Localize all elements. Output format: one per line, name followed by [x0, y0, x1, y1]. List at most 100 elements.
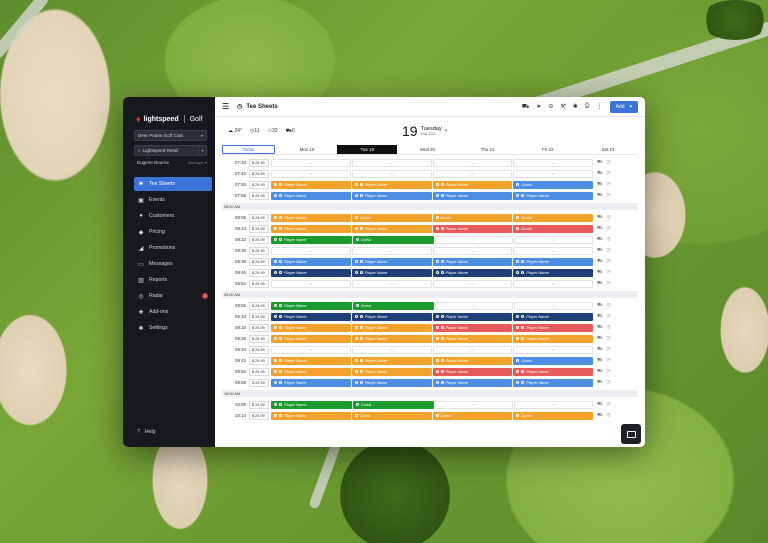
cart-icon[interactable]: ⛟ [597, 258, 603, 265]
date-picker[interactable]: 19 Tuesday May 2020 ▾ [402, 123, 447, 139]
booked-slot[interactable]: Player Name [351, 180, 432, 189]
price-field[interactable]: $ 24.99 [249, 301, 269, 310]
cart-icon[interactable]: ⛟ [597, 324, 603, 331]
empty-slot[interactable]: ○ [432, 246, 513, 255]
cart-icon[interactable]: ⛟ [597, 225, 603, 232]
chevron-down-icon[interactable]: ▾ [199, 145, 207, 156]
booked-slot[interactable]: Player Name [351, 257, 432, 266]
empty-slot[interactable]: ○ [513, 158, 593, 167]
booked-slot[interactable]: Player Name [271, 411, 351, 420]
empty-slot[interactable]: ○ [351, 158, 432, 167]
booked-slot[interactable]: Player Name [351, 312, 432, 321]
menu-icon[interactable]: ☰ [222, 102, 229, 111]
chat-button[interactable] [621, 424, 641, 444]
price-field[interactable]: $ 24.99 [249, 312, 269, 321]
club-select[interactable]: Deer Prairie Golf Club ▾ [134, 130, 207, 141]
timer-icon[interactable]: ◷ [607, 335, 611, 342]
user-menu[interactable]: Eugene Bourne Manager ▾ [137, 160, 207, 165]
booked-slot[interactable]: Player Name [432, 367, 513, 376]
empty-slot[interactable]: ○ [271, 246, 351, 255]
day-tab[interactable]: Sat 23 [578, 145, 638, 154]
booked-slot[interactable]: Player Name [271, 356, 351, 365]
booked-slot[interactable]: Player Name [351, 356, 432, 365]
booked-slot[interactable]: Player Name [271, 323, 351, 332]
booked-slot[interactable]: Guest [352, 301, 434, 310]
booked-slot[interactable]: Player Name [351, 268, 432, 277]
empty-slot[interactable]: ○ [514, 235, 593, 244]
cart-icon[interactable]: ⛟ [597, 313, 603, 320]
booked-slot[interactable]: Guest [432, 213, 513, 222]
cart-icon[interactable]: ⛟ [597, 368, 603, 375]
price-field[interactable]: $ 24.99 [249, 378, 269, 387]
sidebar-item-add-ons[interactable]: ✚ Add-ons [134, 305, 212, 319]
day-tab[interactable]: Thu 21 [458, 145, 518, 154]
timer-icon[interactable]: ◷ [607, 247, 611, 254]
cart-icon[interactable]: ⛟ [597, 346, 603, 353]
price-field[interactable]: $ 24.99 [249, 279, 269, 288]
booked-slot[interactable]: Player Name [513, 257, 593, 266]
cart-icon[interactable]: ⛟ [597, 192, 603, 199]
booked-slot[interactable]: Player Name [271, 334, 351, 343]
booked-slot[interactable]: Player Name [432, 378, 513, 387]
day-tab[interactable]: Fri 22 [518, 145, 578, 154]
empty-slot[interactable]: ○ [513, 279, 593, 288]
booked-slot[interactable]: Player Name [513, 367, 593, 376]
booked-slot[interactable]: Player Name [351, 323, 432, 332]
timer-icon[interactable]: ◷ [607, 313, 611, 320]
booked-slot[interactable]: Player Name [513, 323, 593, 332]
today-button[interactable]: Today [222, 145, 275, 154]
timer-icon[interactable]: ◷ [607, 324, 611, 331]
cart-icon[interactable]: ⛟ [597, 181, 603, 188]
day-tab[interactable]: Tue 19 [337, 145, 398, 154]
empty-slot[interactable]: ○ [513, 345, 593, 354]
block-icon[interactable]: ⊖ [548, 103, 553, 110]
cart-icon[interactable]: ⛟ [597, 280, 603, 287]
cart-icon[interactable]: ⛟ [597, 170, 603, 177]
timer-icon[interactable]: ◷ [607, 368, 611, 375]
booked-slot[interactable]: Player Name [271, 257, 351, 266]
sidebar-item-events[interactable]: ▣ Events [134, 193, 212, 207]
more-icon[interactable]: ⋮ [597, 103, 603, 110]
help-link[interactable]: ? Help [137, 429, 156, 435]
cart-icon[interactable]: ⛟ [597, 269, 603, 276]
timer-icon[interactable]: ◷ [607, 412, 611, 419]
booked-slot[interactable]: Player Name [513, 378, 593, 387]
booked-slot[interactable]: Player Name [432, 312, 513, 321]
booked-slot[interactable]: Player Name [271, 224, 351, 233]
booked-slot[interactable]: Player Name [271, 213, 351, 222]
booked-slot[interactable]: Guest [352, 400, 434, 409]
booked-slot[interactable]: Guest [432, 411, 513, 420]
timer-icon[interactable]: ◷ [607, 401, 611, 408]
booked-slot[interactable]: Guest [513, 180, 593, 189]
cart-icon[interactable]: ⛟ [597, 379, 603, 386]
booked-slot[interactable]: Player Name [271, 268, 351, 277]
booked-slot[interactable]: Player Name [271, 367, 351, 376]
price-field[interactable]: $ 24.99 [249, 356, 269, 365]
sidebar-item-pricing[interactable]: ◆ Pricing [134, 225, 212, 239]
empty-slot[interactable]: ○ [271, 158, 351, 167]
send-icon[interactable]: ➤ [536, 103, 541, 110]
store-select-main[interactable]: ⌂ Lightspeed Retail [134, 145, 199, 156]
booked-slot[interactable]: Player Name [432, 334, 513, 343]
add-button[interactable]: Add ▾ [609, 100, 638, 113]
timer-icon[interactable]: ◷ [607, 159, 611, 166]
price-field[interactable]: $ 24.99 [249, 213, 269, 222]
wrench-icon[interactable]: ⚒ [560, 103, 565, 110]
timer-icon[interactable]: ◷ [607, 269, 611, 276]
empty-slot[interactable]: ○ [351, 279, 432, 288]
day-tab[interactable]: Mon 18 [277, 145, 337, 154]
cart-icon[interactable]: ⛟ [597, 236, 603, 243]
booked-slot[interactable]: Guest [513, 213, 593, 222]
empty-slot[interactable]: ○ [432, 158, 513, 167]
empty-slot[interactable]: ○ [513, 169, 593, 178]
booked-slot[interactable]: Player Name [271, 400, 352, 409]
cart-icon[interactable]: ⛟ [597, 302, 603, 309]
price-field[interactable]: $ 24.99 [249, 169, 269, 178]
cart-icon[interactable]: ⛟ [597, 357, 603, 364]
price-field[interactable]: $ 24.99 [249, 235, 269, 244]
sidebar-item-settings[interactable]: ✱ Settings [134, 321, 212, 335]
price-field[interactable]: $ 24.99 [249, 268, 269, 277]
store-select[interactable]: ⌂ Lightspeed Retail ▾ [134, 145, 207, 156]
booked-slot[interactable]: Player Name [271, 180, 351, 189]
booked-slot[interactable]: Player Name [513, 268, 593, 277]
